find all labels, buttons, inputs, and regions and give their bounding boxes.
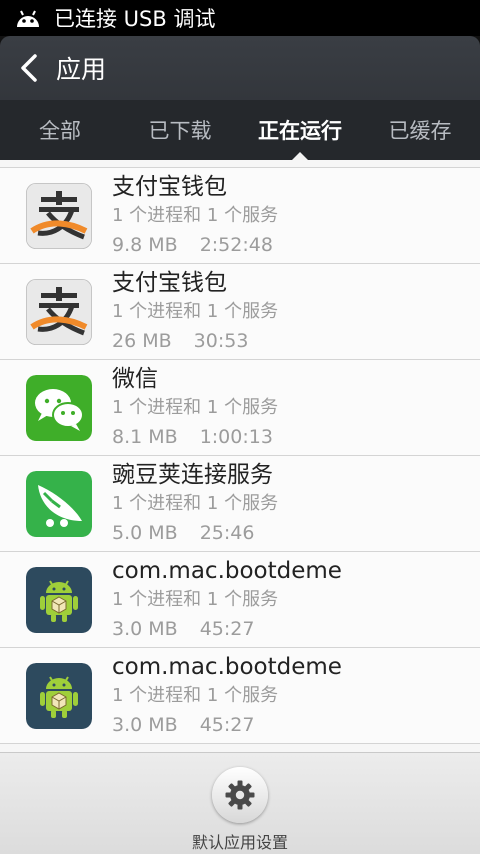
app-run-time: 45:27 [199,617,255,640]
app-process-info: 1 个进程和 1 个服务 [112,684,279,706]
android-app-icon [26,566,92,633]
app-name: 支付宝钱包 [112,173,227,200]
alipay-icon [26,182,92,249]
wechat-icon [26,374,92,441]
app-stats: 3.0 MB 45:27 [112,710,342,740]
list-item[interactable]: com.mac.bootdeme 1 个进程和 1 个服务 3.0 MB 45:2… [0,552,480,648]
app-stats: 8.1 MB 1:00:13 [112,422,278,452]
app-header: 应用 全部 已下载 正在运行 已缓存 [0,36,480,160]
app-run-time: 2:52:48 [199,233,273,256]
list-item[interactable]: 微信 1 个进程和 1 个服务 8.1 MB 1:00:13 [0,360,480,456]
status-bar: 已连接 USB 调试 [0,0,480,36]
tab-all[interactable]: 全部 [0,100,120,160]
app-run-time: 45:27 [199,713,255,736]
page-title: 应用 [56,55,107,84]
gear-icon [225,780,255,810]
android-app-icon [26,662,92,729]
usb-debug-status: 已连接 USB 调试 [54,7,216,31]
tab-bar: 全部 已下载 正在运行 已缓存 [0,100,480,160]
app-name: com.mac.bootdeme [112,557,342,584]
title-bar[interactable]: 应用 [0,36,480,100]
app-run-time: 1:00:13 [199,425,273,448]
bottom-action-bar: 默认应用设置 [0,752,480,854]
app-run-time: 30:53 [193,329,249,352]
chevron-left-icon[interactable] [18,53,40,83]
tab-downloaded[interactable]: 已下载 [120,100,240,160]
android-debug-icon [17,10,39,27]
app-name: 支付宝钱包 [112,269,227,296]
app-name: 豌豆荚连接服务 [112,461,273,488]
app-process-info: 1 个进程和 1 个服务 [112,492,279,514]
app-memory: 9.8 MB [112,233,178,256]
app-name: com.mac.bootdeme [112,653,342,680]
partial-list-item [0,160,480,168]
list-item[interactable]: 豌豆荚连接服务 1 个进程和 1 个服务 5.0 MB 25:46 [0,456,480,552]
app-process-info: 1 个进程和 1 个服务 [112,300,279,322]
list-item[interactable]: 支付宝钱包 1 个进程和 1 个服务 26 MB 30:53 [0,264,480,360]
running-app-list[interactable]: 支付宝钱包 1 个进程和 1 个服务 9.8 MB 2:52:48 支付宝钱包 1… [0,160,480,752]
tab-running[interactable]: 正在运行 [240,100,360,160]
app-memory: 26 MB [112,329,172,352]
wandoujia-icon [26,470,92,537]
app-memory: 5.0 MB [112,521,178,544]
alipay-icon [26,278,92,345]
app-memory: 8.1 MB [112,425,178,448]
default-apps-settings-button[interactable] [212,767,268,823]
app-name: 微信 [112,365,158,392]
app-stats: 5.0 MB 25:46 [112,518,278,548]
app-stats: 9.8 MB 2:52:48 [112,230,278,260]
app-stats: 3.0 MB 45:27 [112,614,342,644]
app-process-info: 1 个进程和 1 个服务 [112,204,279,226]
app-run-time: 25:46 [199,521,255,544]
app-process-info: 1 个进程和 1 个服务 [112,588,279,610]
app-memory: 3.0 MB [112,713,178,736]
default-apps-settings-label: 默认应用设置 [191,833,288,852]
app-stats: 26 MB 30:53 [112,326,278,356]
app-memory: 3.0 MB [112,617,178,640]
list-item[interactable]: 支付宝钱包 1 个进程和 1 个服务 9.8 MB 2:52:48 [0,168,480,264]
app-process-info: 1 个进程和 1 个服务 [112,396,279,418]
tab-cached[interactable]: 已缓存 [360,100,480,160]
list-item[interactable]: com.mac.bootdeme 1 个进程和 1 个服务 3.0 MB 45:2… [0,648,480,744]
